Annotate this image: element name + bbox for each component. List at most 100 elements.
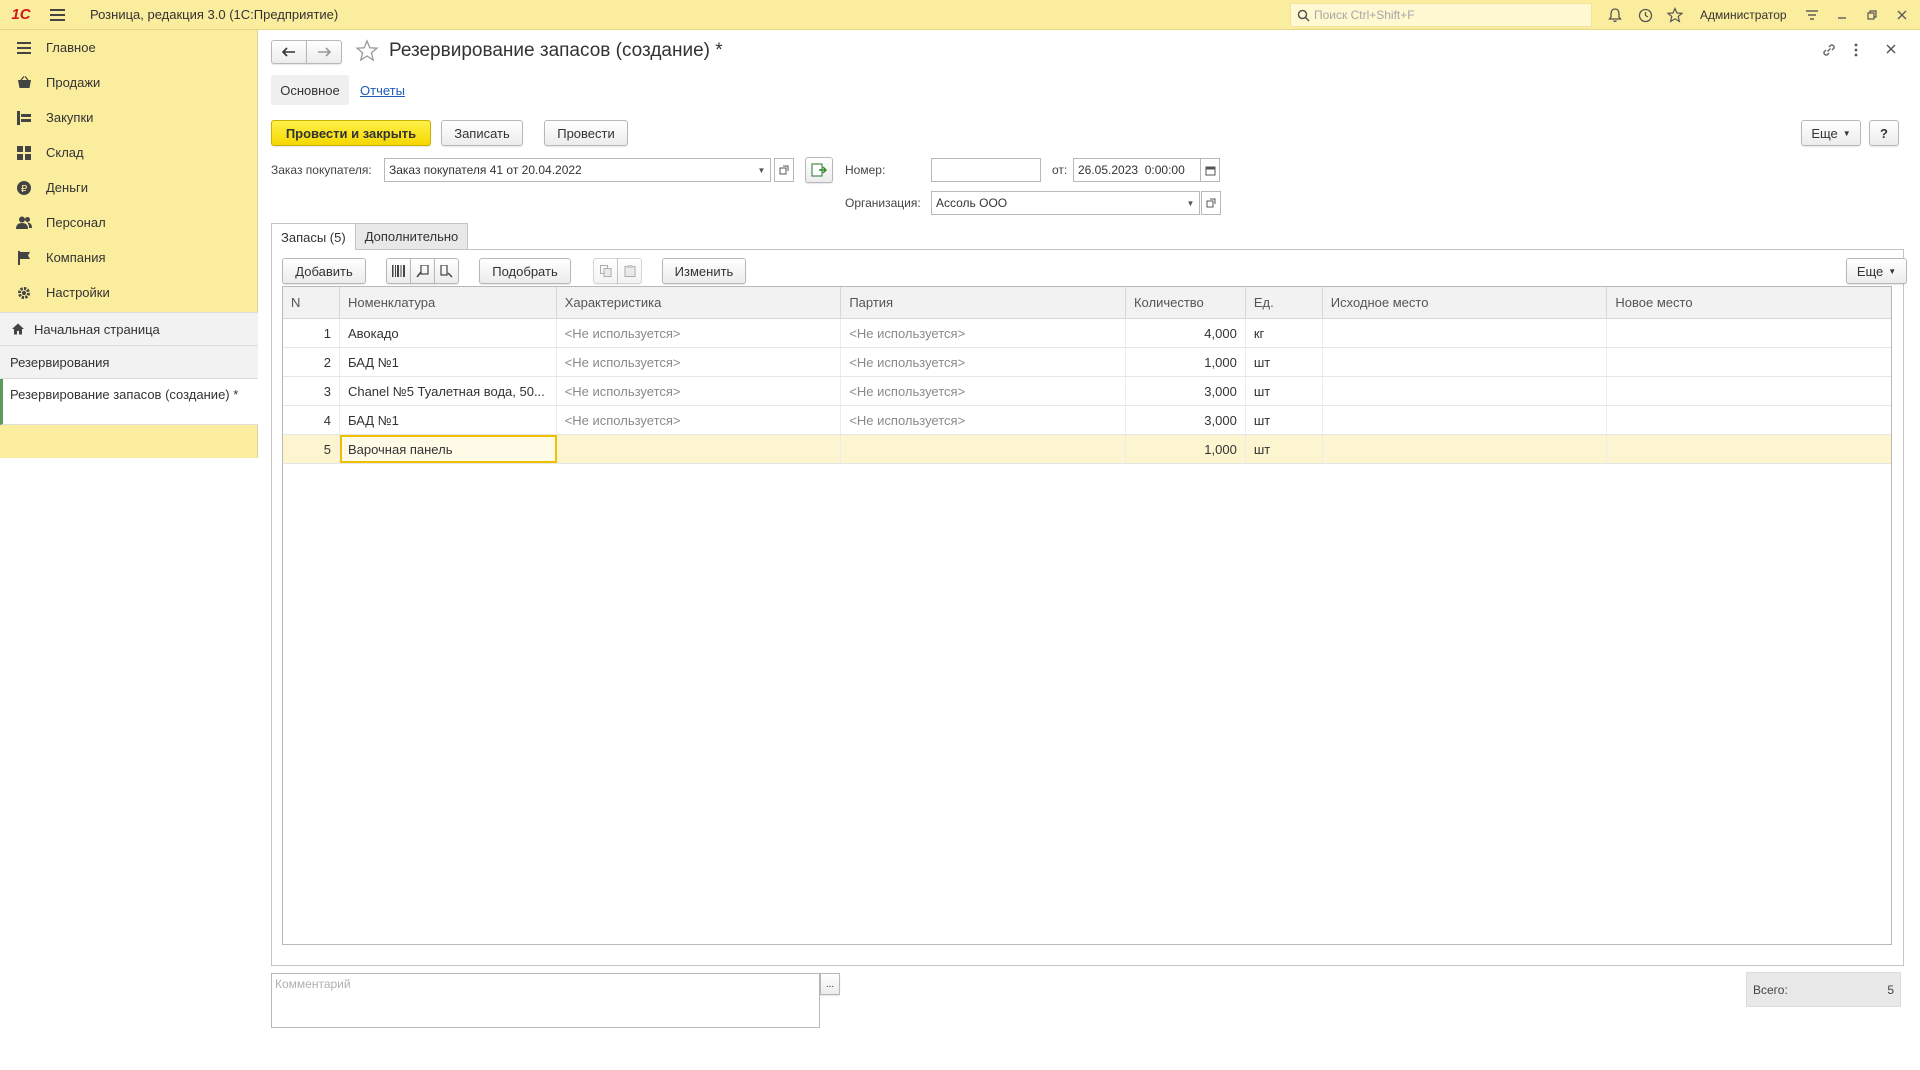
copy-rows-button[interactable] <box>593 258 618 284</box>
paste-rows-button[interactable] <box>617 258 642 284</box>
number-field[interactable] <box>931 158 1041 182</box>
order-input[interactable] <box>389 163 753 177</box>
comment-field[interactable] <box>271 973 820 1028</box>
table-row[interactable]: 3 Chanel №5 Туалетная вода, 50... <Не ис… <box>283 377 1891 406</box>
tab-main[interactable]: Основное <box>271 75 349 105</box>
change-button[interactable]: Изменить <box>662 258 746 284</box>
cell-characteristic[interactable] <box>557 435 842 463</box>
cell-characteristic[interactable]: <Не используется> <box>557 319 842 347</box>
favorites-star-icon[interactable] <box>1660 0 1690 30</box>
post-and-close-button[interactable]: Провести и закрыть <box>271 120 431 146</box>
help-button[interactable]: ? <box>1869 120 1899 146</box>
table-more-button[interactable]: Еще ▼ <box>1846 258 1907 284</box>
column-header-new-place[interactable]: Новое место <box>1607 287 1891 318</box>
cell-item-active[interactable]: Варочная панель <box>339 435 557 463</box>
global-search[interactable] <box>1290 3 1592 27</box>
cell-new-place[interactable] <box>1607 319 1891 347</box>
order-open-button[interactable] <box>774 158 794 182</box>
barcode-button[interactable] <box>386 258 411 284</box>
history-icon[interactable] <box>1630 0 1660 30</box>
settings-list-icon[interactable] <box>1797 0 1827 30</box>
post-button[interactable]: Провести <box>544 120 628 146</box>
cell-unit[interactable]: кг <box>1246 319 1323 347</box>
calendar-button[interactable] <box>1200 158 1220 182</box>
forward-button[interactable] <box>306 40 342 64</box>
cell-batch[interactable] <box>841 435 1126 463</box>
tab-additional[interactable]: Дополнительно <box>354 223 469 249</box>
cell-source-place[interactable] <box>1323 377 1608 405</box>
date-field[interactable] <box>1073 158 1201 182</box>
cell-source-place[interactable] <box>1323 348 1608 376</box>
sidebar-item-main[interactable]: Главное <box>0 30 257 65</box>
comment-edit-button[interactable]: ... <box>820 973 840 995</box>
cell-batch[interactable]: <Не используется> <box>841 406 1126 434</box>
fill-by-order-button[interactable] <box>805 157 833 183</box>
more-vertical-icon[interactable] <box>1853 42 1859 61</box>
cell-item[interactable]: БАД №1 <box>340 348 557 376</box>
table-row[interactable]: 4 БАД №1 <Не используется> <Не используе… <box>283 406 1891 435</box>
cell-unit[interactable]: шт <box>1246 348 1323 376</box>
number-input[interactable] <box>936 163 1040 177</box>
back-button[interactable] <box>271 40 307 64</box>
column-header-item[interactable]: Номенклатура <box>340 287 557 318</box>
organization-field[interactable] <box>931 191 1183 215</box>
cell-new-place[interactable] <box>1607 406 1891 434</box>
save-button[interactable]: Записать <box>441 120 523 146</box>
organization-open-button[interactable] <box>1201 191 1221 215</box>
cell-item[interactable]: БАД №1 <box>340 406 557 434</box>
cell-quantity[interactable]: 4,000 <box>1126 319 1246 347</box>
open-window-current[interactable]: Резервирование запасов (создание) * <box>0 379 258 425</box>
column-header-n[interactable]: N <box>283 287 340 318</box>
minimize-icon[interactable] <box>1827 0 1857 30</box>
cell-source-place[interactable] <box>1323 435 1608 463</box>
upload-terminal-button[interactable] <box>434 258 459 284</box>
cell-characteristic[interactable]: <Не используется> <box>557 406 842 434</box>
link-icon[interactable] <box>1821 42 1837 61</box>
favorite-star-icon[interactable] <box>355 39 379 66</box>
cell-new-place[interactable] <box>1607 348 1891 376</box>
cell-characteristic[interactable]: <Не используется> <box>557 377 842 405</box>
column-header-unit[interactable]: Ед. <box>1246 287 1323 318</box>
column-header-characteristic[interactable]: Характеристика <box>557 287 842 318</box>
open-window-home[interactable]: Начальная страница <box>0 313 258 346</box>
cell-source-place[interactable] <box>1323 319 1608 347</box>
cell-characteristic[interactable]: <Не используется> <box>557 348 842 376</box>
tab-reports[interactable]: Отчеты <box>360 83 405 98</box>
sidebar-item-sales[interactable]: Продажи <box>0 65 257 100</box>
bell-icon[interactable] <box>1600 0 1630 30</box>
cell-new-place[interactable] <box>1607 435 1891 463</box>
cell-batch[interactable]: <Не используется> <box>841 377 1126 405</box>
tab-stocks[interactable]: Запасы (5) <box>271 223 356 250</box>
sidebar-item-settings[interactable]: Настройки <box>0 275 257 310</box>
sidebar-item-staff[interactable]: Персонал <box>0 205 257 240</box>
main-menu-button[interactable] <box>42 0 72 30</box>
cell-item[interactable]: Chanel №5 Туалетная вода, 50... <box>340 377 557 405</box>
column-header-batch[interactable]: Партия <box>841 287 1126 318</box>
order-field[interactable] <box>384 158 754 182</box>
cell-new-place[interactable] <box>1607 377 1891 405</box>
cell-quantity[interactable]: 1,000 <box>1126 348 1246 376</box>
close-window-icon[interactable] <box>1887 0 1917 30</box>
more-button[interactable]: Еще ▼ <box>1801 120 1861 146</box>
open-window-reservations[interactable]: Резервирования <box>0 346 258 379</box>
table-row[interactable]: 2 БАД №1 <Не используется> <Не используе… <box>283 348 1891 377</box>
cell-batch[interactable]: <Не используется> <box>841 319 1126 347</box>
column-header-quantity[interactable]: Количество <box>1126 287 1246 318</box>
organization-input[interactable] <box>936 196 1182 210</box>
cell-unit[interactable]: шт <box>1246 377 1323 405</box>
cell-item[interactable]: Авокадо <box>340 319 557 347</box>
date-input[interactable] <box>1078 163 1200 177</box>
table-row[interactable]: 1 Авокадо <Не используется> <Не использу… <box>283 319 1891 348</box>
sidebar-item-company[interactable]: Компания <box>0 240 257 275</box>
table-row-selected[interactable]: 5 Варочная панель 1,000 шт <box>283 435 1891 464</box>
cell-source-place[interactable] <box>1323 406 1608 434</box>
comment-input[interactable] <box>275 977 816 1024</box>
organization-dropdown-button[interactable]: ▼ <box>1182 191 1200 215</box>
cell-unit[interactable]: шт <box>1246 435 1323 463</box>
sidebar-item-money[interactable]: ₽ Деньги <box>0 170 257 205</box>
cell-quantity[interactable]: 3,000 <box>1126 406 1246 434</box>
column-header-source-place[interactable]: Исходное место <box>1323 287 1608 318</box>
search-input[interactable] <box>1314 8 1574 22</box>
add-button[interactable]: Добавить <box>282 258 366 284</box>
data-collection-button[interactable] <box>410 258 435 284</box>
